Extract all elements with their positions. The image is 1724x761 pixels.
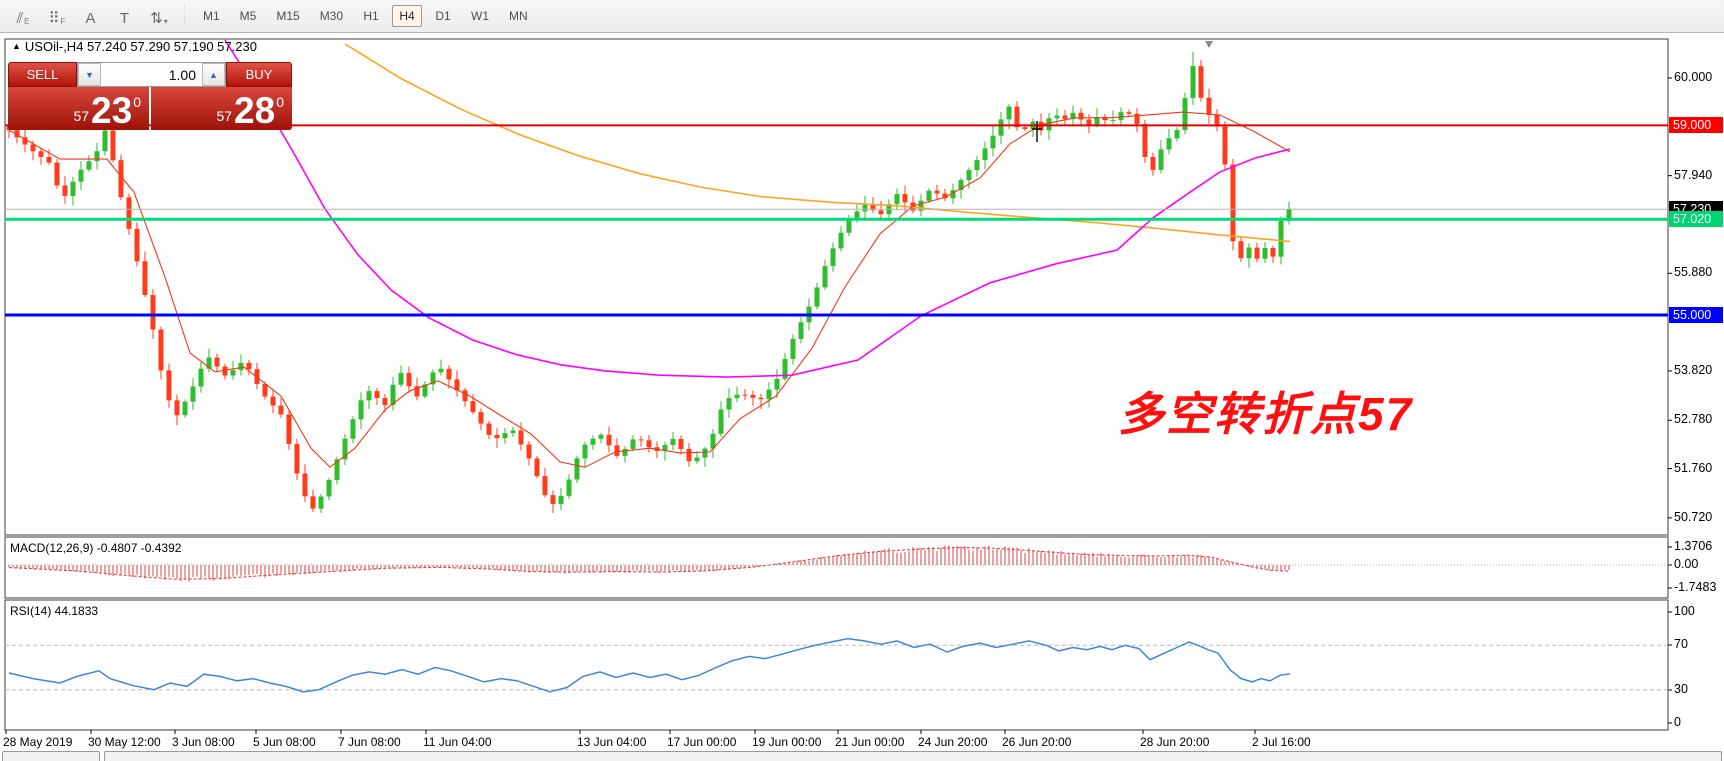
price-chart-canvas[interactable] <box>0 34 1724 751</box>
timeframe-button-h4[interactable]: H4 <box>392 5 422 27</box>
price-scale-tick: 51.760 <box>1674 461 1712 475</box>
toolbar-icon-group: ⫽E⠿FAT⇅▾ <box>6 3 176 29</box>
one-click-trade-panel: SELL ▼ 1.00 ▲ BUY 57 23 0 57 28 0 <box>8 62 292 130</box>
timeframe-button-d1[interactable]: D1 <box>428 5 458 27</box>
sell-price-box[interactable]: 57 23 0 <box>8 87 149 130</box>
macd-indicator-label: MACD(12,26,9) -0.4807 -0.4392 <box>10 541 181 555</box>
buy-price-pip: 0 <box>276 94 284 110</box>
time-axis-label: 5 Jun 08:00 <box>253 735 316 749</box>
buy-price-main: 28 <box>234 94 275 128</box>
toolbar-separator <box>182 4 187 28</box>
rsi-axis-value: 70 <box>1674 637 1688 651</box>
buy-price-prefix: 57 <box>216 108 232 124</box>
price-scale-tick: 50.720 <box>1674 510 1712 524</box>
buy-price-box[interactable]: 57 28 0 <box>151 87 292 130</box>
price-scale-tick: 57.940 <box>1674 168 1712 182</box>
time-axis-label: 7 Jun 08:00 <box>338 735 401 749</box>
timeframe-button-m1[interactable]: M1 <box>196 5 227 27</box>
sell-price-prefix: 57 <box>73 108 89 124</box>
symbol-marker-icon: ▲ <box>12 41 21 51</box>
timeframe-button-m30[interactable]: M30 <box>313 5 350 27</box>
time-axis-label: 17 Jun 00:00 <box>667 735 736 749</box>
time-axis-label: 2 Jul 16:00 <box>1252 735 1311 749</box>
chart-window[interactable]: ▲ USOil-,H4 57.240 57.290 57.190 57.230 S… <box>0 34 1724 751</box>
volume-decrease-button[interactable]: ▼ <box>78 63 101 86</box>
sell-price-pip: 0 <box>133 94 141 110</box>
text-label-icon[interactable]: A <box>76 3 106 29</box>
time-axis-label: 21 Jun 00:00 <box>835 735 904 749</box>
rsi-indicator-label: RSI(14) 44.1833 <box>10 604 98 618</box>
rsi-axis-value: 30 <box>1674 682 1688 696</box>
draw-objects-icon[interactable]: ⫽E <box>8 3 38 29</box>
price-scale-tick: 60.000 <box>1674 70 1712 84</box>
time-axis-label: 3 Jun 08:00 <box>172 735 235 749</box>
macd-axis-value: 0.00 <box>1674 557 1698 571</box>
timeframe-toolbar: M1 M5M15 M30 H1 H4 D1 W1 MN <box>193 5 538 27</box>
volume-increase-button[interactable]: ▲ <box>202 63 225 86</box>
time-axis-label: 19 Jun 00:00 <box>752 735 821 749</box>
macd-axis-value: -1.7483 <box>1674 580 1716 594</box>
grid-properties-icon[interactable]: ⠿F <box>42 3 72 29</box>
sell-button[interactable]: SELL <box>8 62 77 87</box>
timeframe-button-w1[interactable]: W1 <box>464 5 496 27</box>
timeframe-button-mn[interactable]: MN <box>502 5 535 27</box>
timeframe-button-m5[interactable]: M5 <box>233 5 264 27</box>
time-axis-label: 28 May 2019 <box>3 735 72 749</box>
chart-tab[interactable] <box>2 751 100 761</box>
time-axis-label: 13 Jun 04:00 <box>577 735 646 749</box>
time-axis-label: 26 Jun 20:00 <box>1002 735 1071 749</box>
rsi-axis-value: 100 <box>1674 604 1695 618</box>
timeframe-button-h1[interactable]: H1 <box>356 5 386 27</box>
macd-axis-value: 1.3706 <box>1674 539 1712 553</box>
time-axis-label: 11 Jun 04:00 <box>423 735 492 749</box>
price-badge-57.020: 57.020 <box>1669 211 1723 227</box>
time-axis-label: 30 May 12:00 <box>88 735 161 749</box>
chart-text-annotation: 多空转折点57 <box>1118 378 1413 444</box>
price-badge-55.000: 55.000 <box>1669 307 1723 323</box>
sell-price-main: 23 <box>91 94 132 128</box>
rsi-axis-value: 0 <box>1674 715 1681 729</box>
price-scale-tick: 55.880 <box>1674 265 1712 279</box>
time-axis-label: 24 Jun 20:00 <box>918 735 987 749</box>
price-scale-tick: 53.820 <box>1674 363 1712 377</box>
chart-tab-strip[interactable] <box>104 751 1722 761</box>
cycle-lines-icon[interactable]: ⇅▾ <box>144 3 174 29</box>
price-badge-59.000: 59.000 <box>1669 117 1723 133</box>
time-axis-label: 28 Jun 20:00 <box>1140 735 1209 749</box>
toolbar: ⫽E⠿FAT⇅▾ M1 M5M15 M30 H1 H4 D1 W1 MN <box>0 0 1724 33</box>
volume-spinner: ▼ 1.00 ▲ <box>77 62 226 87</box>
volume-value[interactable]: 1.00 <box>101 63 202 86</box>
chart-title: ▲ USOil-,H4 57.240 57.290 57.190 57.230 <box>12 39 257 54</box>
app-window: ⫽E⠿FAT⇅▾ M1 M5M15 M30 H1 H4 D1 W1 MN ▲ USOil-,H4… <box>0 0 1724 759</box>
chart-title-text: USOil-,H4 57.240 57.290 57.190 57.230 <box>25 39 257 54</box>
buy-button[interactable]: BUY <box>226 62 292 87</box>
text-box-icon[interactable]: T <box>110 3 140 29</box>
price-scale-tick: 52.780 <box>1674 412 1712 426</box>
timeframe-button-m15[interactable]: M15 <box>269 5 306 27</box>
